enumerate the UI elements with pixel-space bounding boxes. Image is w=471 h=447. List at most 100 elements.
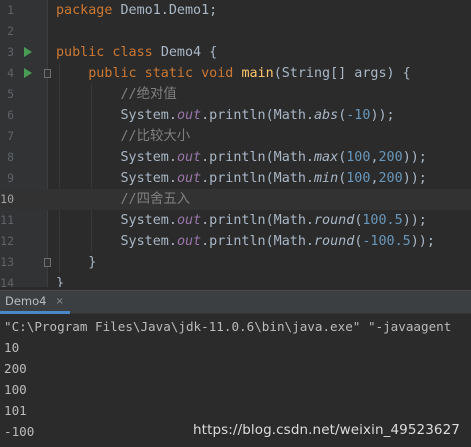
watermark-url: https://blog.csdn.net/weixin_49523627 <box>193 422 460 438</box>
close-icon[interactable]: × <box>56 296 64 307</box>
code-token: Demo1.Demo1; <box>120 3 218 18</box>
console-output-line: 100 <box>4 382 27 397</box>
code-token: min <box>314 171 339 186</box>
code-token: round <box>314 234 355 249</box>
console-output-line: 10 <box>4 340 20 355</box>
code-token: package <box>56 3 121 18</box>
tab-label: Demo4 <box>5 294 47 308</box>
code-text: } <box>56 273 64 287</box>
code-token: .println(Math. <box>201 171 314 186</box>
code-token: )); <box>402 213 427 228</box>
console-command-line: "C:\Program Files\Java\jdk-11.0.6\bin\ja… <box>4 319 452 334</box>
code-line[interactable]: 7 //比较大小 <box>0 126 471 147</box>
code-token: out <box>176 150 202 165</box>
code-token: .println(Math. <box>201 108 314 123</box>
code-text: } <box>56 252 96 273</box>
code-line[interactable]: 6 System.out.println(Math.abs(-10)); <box>0 105 471 126</box>
code-token: (String[] args) { <box>273 66 411 81</box>
code-token: )); <box>402 171 427 186</box>
code-text: //比较大小 <box>56 126 191 147</box>
code-token: )); <box>410 234 435 249</box>
code-token: 100 <box>346 150 371 165</box>
code-token: )); <box>370 108 395 123</box>
fold-marker-icon[interactable] <box>44 69 51 78</box>
code-text: //绝对值 <box>56 84 177 105</box>
code-token: out <box>176 213 202 228</box>
code-text: System.out.println(Math.round(-100.5)); <box>56 231 435 252</box>
code-token: , <box>370 171 379 186</box>
code-token: .println(Math. <box>201 213 314 228</box>
code-token: System. <box>56 171 177 186</box>
fold-marker-icon[interactable] <box>44 258 51 267</box>
code-text: public static void main(String[] args) { <box>56 63 411 84</box>
code-token: public static void <box>88 66 242 81</box>
line-number: 1 <box>7 3 14 17</box>
code-token: //绝对值 <box>120 87 177 102</box>
console-output-line: 101 <box>4 403 27 418</box>
code-token: out <box>176 234 202 249</box>
code-token: //四舍五入 <box>120 192 191 207</box>
code-token: System. <box>56 234 177 249</box>
code-token: System. <box>56 150 177 165</box>
code-line[interactable]: 11 System.out.println(Math.round(100.5))… <box>0 210 471 231</box>
code-text: package Demo1.Demo1; <box>56 0 217 21</box>
code-line[interactable]: 2 <box>0 21 471 42</box>
code-line[interactable]: 12 System.out.println(Math.round(-100.5)… <box>0 231 471 252</box>
line-number: 12 <box>0 234 14 248</box>
code-token: } <box>56 276 65 287</box>
code-token: abs <box>314 108 339 123</box>
code-line[interactable]: 13 } <box>0 252 471 273</box>
line-number: 14 <box>0 276 14 287</box>
run-tool-window-tabbar: Demo4 × <box>0 290 471 314</box>
run-gutter-icon[interactable] <box>24 47 32 57</box>
code-token: System. <box>56 108 177 123</box>
console-output-line: -100 <box>4 424 35 439</box>
code-line[interactable]: 14} <box>0 273 471 287</box>
line-number: 9 <box>7 171 14 185</box>
tab-demo4[interactable]: Demo4 × <box>0 291 70 314</box>
code-token: Demo4 { <box>160 45 218 60</box>
line-number: 5 <box>7 87 14 101</box>
code-token: )); <box>402 150 427 165</box>
line-number: 6 <box>7 108 14 122</box>
code-token: main <box>241 66 274 81</box>
code-token: public class <box>56 45 161 60</box>
code-text: System.out.println(Math.min(100,200)); <box>56 168 427 189</box>
code-token: 100 <box>346 171 371 186</box>
line-number: 8 <box>7 150 14 164</box>
code-text: //四舍五入 <box>56 189 191 210</box>
code-token: 200 <box>378 150 403 165</box>
code-token: , <box>370 150 379 165</box>
code-line[interactable]: 9 System.out.println(Math.min(100,200)); <box>0 168 471 189</box>
code-token: -100.5 <box>362 234 411 249</box>
code-token: max <box>314 150 339 165</box>
line-number: 2 <box>7 24 14 38</box>
line-number: 10 <box>0 192 14 206</box>
code-editor[interactable]: 1 package Demo1.Demo1; 2 3 public class Demo… <box>0 0 471 287</box>
code-line[interactable]: 3 public class Demo4 { <box>0 42 471 63</box>
code-text: System.out.println(Math.round(100.5)); <box>56 210 427 231</box>
code-line[interactable]: 8 System.out.println(Math.max(100,200)); <box>0 147 471 168</box>
code-token: .println(Math. <box>201 150 314 165</box>
code-line[interactable]: 10 //四舍五入 <box>0 189 471 210</box>
code-token: 100.5 <box>362 213 403 228</box>
line-number: 4 <box>7 66 14 80</box>
code-text: System.out.println(Math.max(100,200)); <box>56 147 427 168</box>
code-token: System. <box>56 213 177 228</box>
run-gutter-icon[interactable] <box>24 68 32 78</box>
code-line[interactable]: 4 public static void main(String[] args)… <box>0 63 471 84</box>
console-output-line: 200 <box>4 361 27 376</box>
code-token: .println(Math. <box>201 234 314 249</box>
code-token: 200 <box>378 171 403 186</box>
line-number: 11 <box>0 213 14 227</box>
line-number: 7 <box>7 129 14 143</box>
code-line[interactable]: 5 //绝对值 <box>0 84 471 105</box>
code-line[interactable]: 1 package Demo1.Demo1; <box>0 0 471 21</box>
code-text: public class Demo4 { <box>56 42 217 63</box>
code-token: out <box>176 171 202 186</box>
code-token: round <box>314 213 355 228</box>
